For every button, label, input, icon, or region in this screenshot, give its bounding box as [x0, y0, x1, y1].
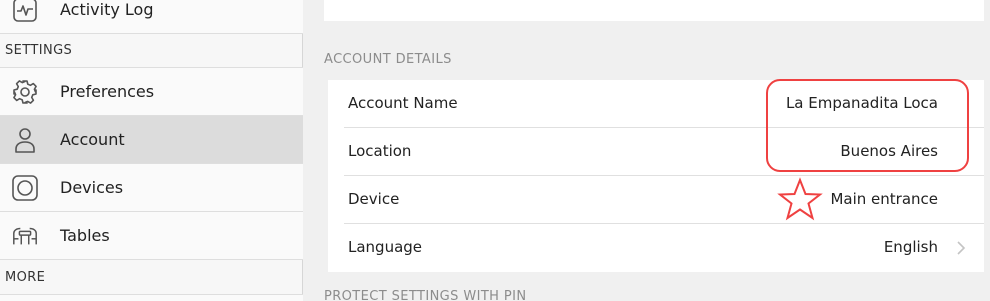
sidebar-item-label: Preferences: [60, 82, 155, 101]
person-icon: [11, 126, 39, 154]
section-more-label: MORE: [5, 270, 46, 285]
previous-card: [324, 0, 984, 21]
chevron-right-icon: [957, 240, 966, 259]
section-settings-label: SETTINGS: [5, 43, 73, 58]
activity-icon: [11, 0, 39, 24]
divider: [0, 259, 303, 260]
row-device[interactable]: Device Main entrance: [328, 176, 984, 224]
sidebar: Activity Log SETTINGS Preferences Accoun…: [0, 0, 303, 301]
sidebar-item-preferences[interactable]: Preferences: [0, 68, 303, 115]
row-language[interactable]: Language English: [328, 224, 984, 272]
sidebar-item-label: Activity Log: [60, 0, 154, 19]
sidebar-item-label: Account: [60, 130, 125, 149]
device-icon: [11, 174, 39, 202]
star-icon: [777, 177, 823, 225]
sidebar-item-activity-log[interactable]: Activity Log: [0, 0, 303, 33]
sidebar-item-label: Devices: [60, 178, 124, 197]
sidebar-item-devices[interactable]: Devices: [0, 164, 303, 211]
row-label: Language: [348, 238, 423, 256]
sidebar-item-account[interactable]: Account: [0, 116, 303, 163]
row-label: Device: [348, 190, 400, 208]
device-value: Main entrance: [830, 190, 938, 208]
account-details-header: ACCOUNT DETAILS: [324, 52, 452, 67]
row-label: Location: [348, 142, 412, 160]
row-label: Account Name: [348, 94, 458, 112]
sidebar-item-label: Tables: [60, 226, 110, 245]
protect-settings-header: PROTECT SETTINGS WITH PIN: [324, 289, 527, 301]
tables-icon: [11, 222, 39, 250]
sidebar-item-tables[interactable]: Tables: [0, 212, 303, 259]
highlight-annotation: [766, 79, 969, 172]
sidebar-item-partial[interactable]: [0, 295, 303, 301]
gear-icon: [11, 78, 39, 106]
language-value: English: [883, 238, 938, 256]
divider: [0, 33, 303, 34]
